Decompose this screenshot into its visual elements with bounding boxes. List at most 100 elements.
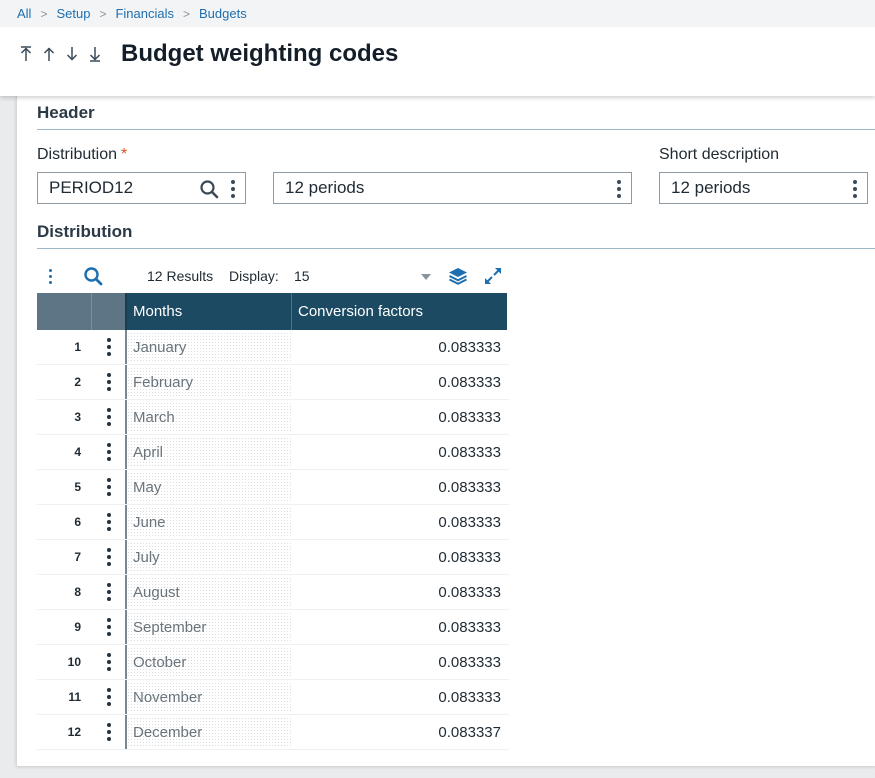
row-menu-icon[interactable] [106, 548, 111, 566]
more-options-icon[interactable] [853, 180, 857, 198]
conversion-factor-cell[interactable]: 0.083333 [292, 575, 507, 609]
row-menu-icon[interactable] [106, 443, 111, 461]
row-actions[interactable] [92, 470, 127, 504]
record-navigation [18, 44, 103, 64]
table-row[interactable]: 3 March 0.083333 [37, 400, 509, 435]
row-number: 8 [74, 585, 81, 599]
row-menu-icon[interactable] [106, 478, 111, 496]
short-description-label: Short description [659, 146, 780, 163]
row-actions[interactable] [92, 540, 127, 574]
row-menu-icon[interactable] [106, 583, 111, 601]
table-row[interactable]: 2 February 0.083333 [37, 365, 509, 400]
grid-header-row: Months Conversion factors [37, 293, 509, 330]
table-row[interactable]: 5 May 0.083333 [37, 470, 509, 505]
conversion-factor-cell[interactable]: 0.083333 [292, 505, 507, 539]
table-row[interactable]: 11 November 0.083333 [37, 680, 509, 715]
conversion-factor-cell[interactable]: 0.083333 [292, 330, 507, 364]
required-marker: * [121, 146, 128, 163]
more-options-icon[interactable] [617, 180, 621, 198]
conversion-factor-cell[interactable]: 0.083333 [292, 400, 507, 434]
previous-record-icon[interactable] [41, 44, 57, 64]
chevron-right-icon: > [99, 6, 107, 21]
next-record-icon[interactable] [64, 44, 80, 64]
row-number: 4 [74, 445, 81, 459]
distribution-label: Distribution * [37, 146, 127, 164]
row-actions[interactable] [92, 435, 127, 469]
table-row[interactable]: 6 June 0.083333 [37, 505, 509, 540]
table-row[interactable]: 8 August 0.083333 [37, 575, 509, 610]
month-cell: July [127, 542, 292, 572]
conversion-factor-cell[interactable]: 0.083333 [292, 435, 507, 469]
row-actions[interactable] [92, 610, 127, 644]
expand-icon[interactable] [483, 266, 503, 286]
conversion-factor-cell[interactable]: 0.083333 [292, 610, 507, 644]
breadcrumb-budgets[interactable]: Budgets [199, 6, 247, 21]
row-number-header [37, 293, 92, 330]
row-number: 10 [67, 655, 81, 669]
short-description-field[interactable]: 12 periods [659, 172, 868, 204]
row-menu-icon[interactable] [106, 723, 111, 741]
row-menu-icon[interactable] [106, 688, 111, 706]
distribution-field[interactable]: PERIOD12 [37, 172, 246, 204]
header-section-divider [37, 129, 875, 130]
grid-search-icon[interactable] [83, 266, 103, 286]
more-options-icon[interactable] [231, 180, 235, 198]
row-actions[interactable] [92, 365, 127, 399]
conversion-factor-cell[interactable]: 0.083337 [292, 715, 507, 749]
month-cell: January [127, 332, 292, 362]
page-title: Budget weighting codes [121, 40, 399, 67]
row-number: 11 [68, 690, 81, 704]
display-label: Display: [229, 268, 279, 284]
chevron-right-icon: > [183, 6, 191, 21]
search-icon[interactable] [199, 179, 219, 199]
row-actions[interactable] [92, 400, 127, 434]
conversion-factors-column-header[interactable]: Conversion factors [292, 293, 507, 330]
breadcrumb-all[interactable]: All [17, 6, 31, 21]
row-menu-icon[interactable] [106, 338, 111, 356]
row-action-header [92, 293, 127, 330]
month-cell: October [127, 647, 292, 677]
month-cell: February [127, 367, 292, 397]
conversion-factor-cell[interactable]: 0.083333 [292, 680, 507, 714]
layers-icon[interactable] [448, 266, 468, 286]
table-row[interactable]: 7 July 0.083333 [37, 540, 509, 575]
caret-down-icon[interactable] [421, 274, 431, 280]
breadcrumb-setup[interactable]: Setup [56, 6, 90, 21]
conversion-factor-cell[interactable]: 0.083333 [292, 365, 507, 399]
grid-body: 1 January 0.083333 2 February 0.083333 3 March 0… [37, 330, 509, 750]
row-actions[interactable] [92, 680, 127, 714]
table-row[interactable]: 9 September 0.083333 [37, 610, 509, 645]
breadcrumb-financials[interactable]: Financials [115, 6, 174, 21]
row-menu-icon[interactable] [106, 408, 111, 426]
row-menu-icon[interactable] [106, 653, 111, 671]
distribution-section-divider [37, 248, 875, 249]
table-row[interactable]: 10 October 0.083333 [37, 645, 509, 680]
conversion-factor-cell[interactable]: 0.083333 [292, 645, 507, 679]
month-cell: December [127, 717, 292, 747]
row-actions[interactable] [92, 715, 127, 749]
row-number: 2 [74, 375, 81, 389]
table-row[interactable]: 1 January 0.083333 [37, 330, 509, 365]
display-select[interactable]: 15 [294, 268, 310, 284]
row-menu-icon[interactable] [106, 513, 111, 531]
row-actions[interactable] [92, 505, 127, 539]
row-actions[interactable] [92, 575, 127, 609]
row-menu-icon[interactable] [106, 373, 111, 391]
grid-menu-icon[interactable] [48, 269, 52, 284]
month-cell: August [127, 577, 292, 607]
conversion-factor-cell[interactable]: 0.083333 [292, 470, 507, 504]
distribution-section-title: Distribution [37, 222, 133, 241]
first-record-icon[interactable] [18, 44, 34, 64]
distribution-description-field[interactable]: 12 periods [273, 172, 632, 204]
row-actions[interactable] [92, 330, 127, 364]
row-number: 5 [74, 480, 81, 494]
months-column-header[interactable]: Months [127, 293, 292, 330]
row-number: 12 [67, 725, 81, 739]
row-menu-icon[interactable] [106, 618, 111, 636]
short-description-value: 12 periods [671, 178, 751, 197]
table-row[interactable]: 12 December 0.083337 [37, 715, 509, 750]
last-record-icon[interactable] [87, 44, 103, 64]
row-actions[interactable] [92, 645, 127, 679]
conversion-factor-cell[interactable]: 0.083333 [292, 540, 507, 574]
table-row[interactable]: 4 April 0.083333 [37, 435, 509, 470]
